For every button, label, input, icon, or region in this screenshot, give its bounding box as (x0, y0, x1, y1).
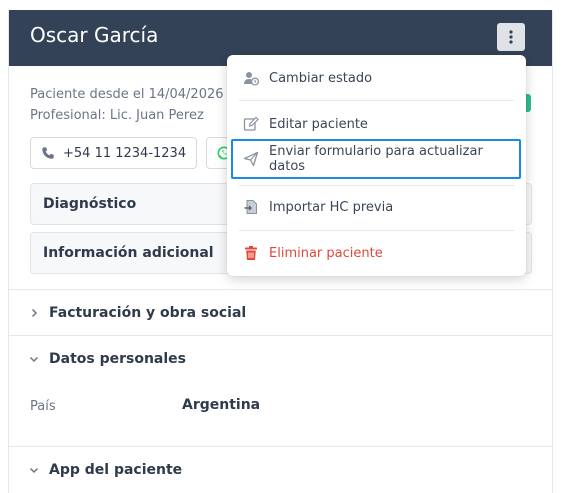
chevron-down-icon (29, 467, 39, 473)
menu-divider (239, 185, 514, 186)
country-label: País (30, 399, 56, 414)
chevron-right-icon (31, 308, 38, 317)
section-personal[interactable]: Datos personales (9, 335, 552, 381)
phone-icon (42, 147, 54, 159)
phone-number: +54 11 1234-1234 (63, 145, 187, 161)
section-billing-label: Facturación y obra social (49, 304, 247, 321)
menu-item-delete-patient[interactable]: Eliminar paciente (227, 235, 526, 271)
menu-item-change-status[interactable]: Cambiar estado (227, 60, 526, 96)
edit-icon (243, 116, 259, 132)
diagnosis-title: Diagnóstico (43, 196, 137, 212)
section-personal-label: Datos personales (49, 350, 186, 367)
menu-item-label: Cambiar estado (269, 70, 373, 86)
patient-since: Paciente desde el 14/04/2026 (30, 87, 224, 102)
menu-divider (239, 230, 514, 231)
menu-item-label: Importar HC previa (269, 199, 394, 215)
menu-item-send-form[interactable]: Enviar formulario para actualizar datos (231, 139, 521, 179)
trash-icon (243, 245, 259, 261)
section-billing[interactable]: Facturación y obra social (9, 289, 552, 335)
section-app-label: App del paciente (49, 461, 183, 478)
kebab-menu-icon (509, 30, 513, 44)
menu-item-label: Eliminar paciente (269, 245, 383, 261)
patient-professional: Profesional: Lic. Juan Perez (30, 108, 204, 123)
patient-name: Oscar García (30, 23, 159, 47)
menu-divider (239, 100, 514, 101)
menu-item-label: Enviar formulario para actualizar datos (269, 144, 483, 174)
section-app[interactable]: App del paciente (9, 446, 552, 492)
paper-plane-icon (243, 151, 259, 167)
country-value: Argentina (182, 397, 261, 413)
menu-item-edit-patient[interactable]: Editar paciente (227, 106, 526, 142)
additional-info-title: Información adicional (43, 245, 214, 261)
chevron-down-icon (29, 356, 39, 362)
menu-item-import-hc[interactable]: Importar HC previa (227, 189, 526, 225)
phone-button[interactable]: +54 11 1234-1234 (30, 137, 197, 169)
patient-info: Paciente desde el 14/04/2026 Profesional… (30, 84, 224, 126)
menu-item-label: Editar paciente (269, 116, 368, 132)
file-import-icon (243, 199, 259, 215)
user-clock-icon (243, 70, 259, 86)
more-options-button[interactable] (497, 23, 525, 51)
options-dropdown-menu: Cambiar estado Editar paciente Enviar fo… (227, 55, 526, 276)
